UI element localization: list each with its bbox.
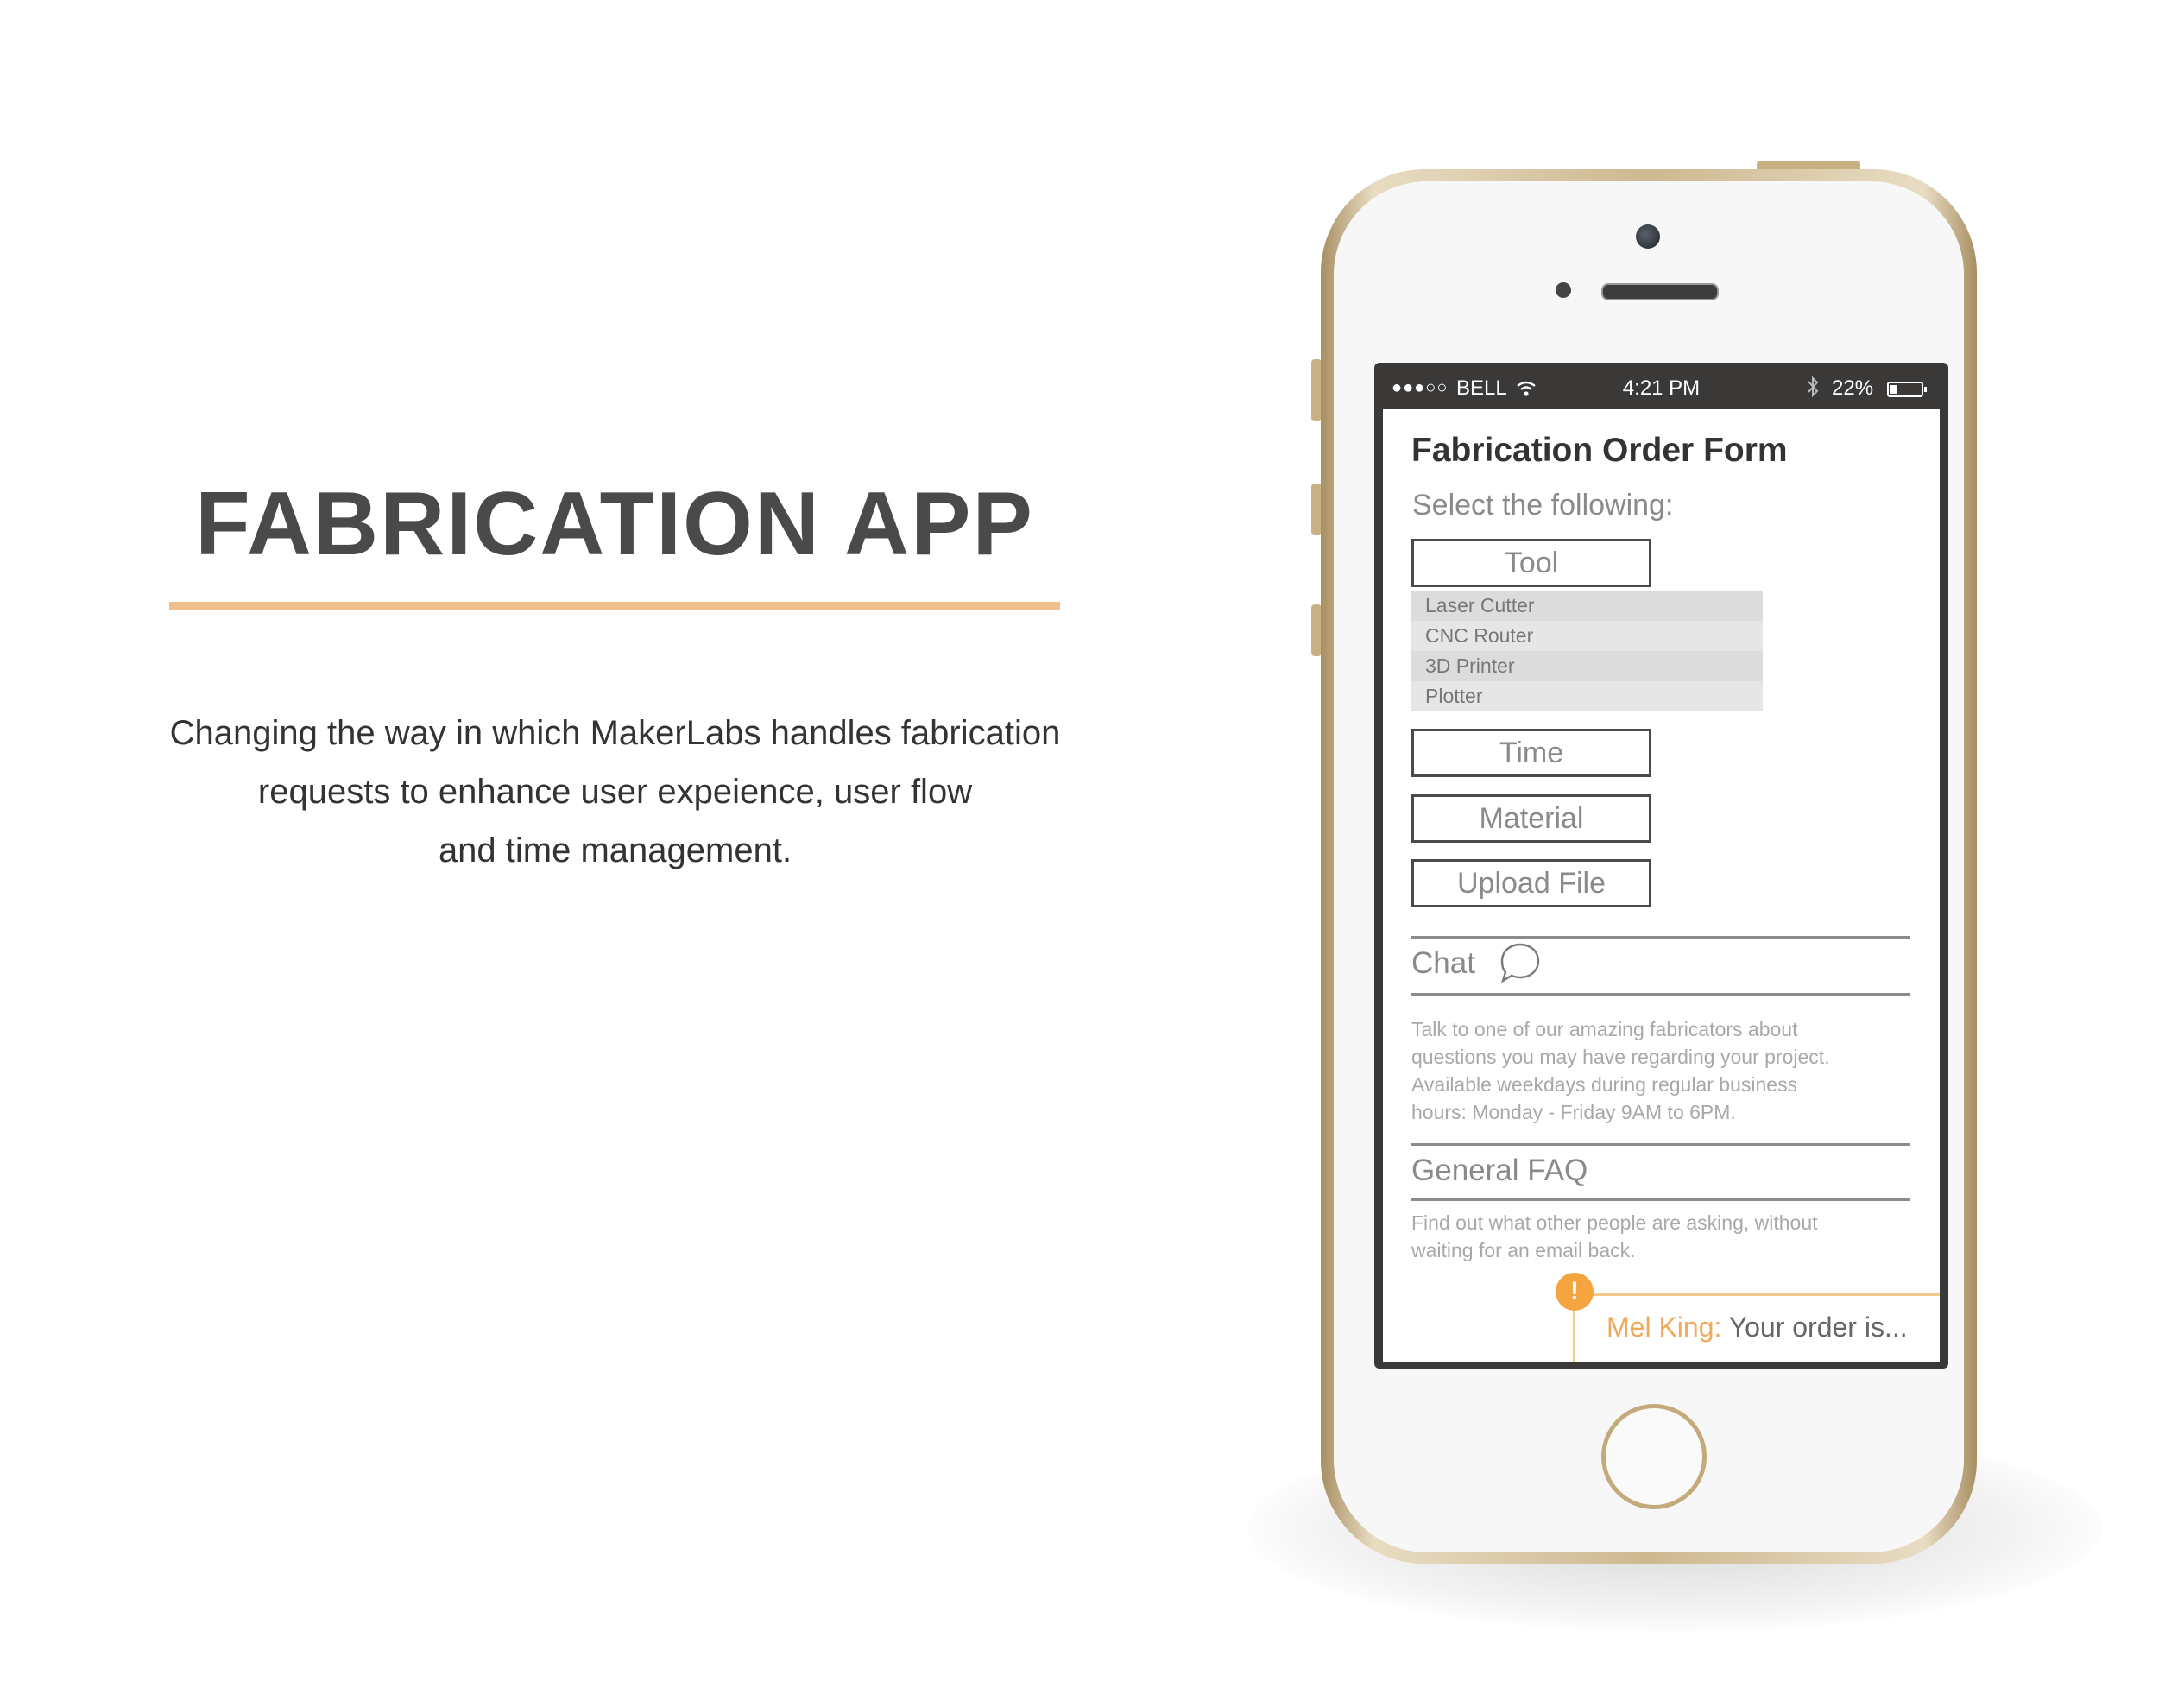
chat-description-line: Available weekdays during regular busine… <box>1411 1073 1798 1096</box>
page-title: FABRICATION APP <box>195 474 1034 574</box>
notification-message: Your order is... <box>1721 1312 1908 1343</box>
alert-icon: ! <box>1556 1273 1594 1311</box>
notification-banner[interactable]: Mel King: Your order is... <box>1573 1293 1940 1362</box>
chat-bubble-icon[interactable] <box>1498 941 1543 984</box>
divider <box>1411 936 1910 939</box>
chat-description-line: questions you may have regarding your pr… <box>1411 1046 1830 1068</box>
time-select[interactable]: Time <box>1411 729 1651 777</box>
chat-title[interactable]: Chat <box>1411 946 1475 981</box>
tool-select[interactable]: Tool <box>1411 539 1651 587</box>
upload-file-button[interactable]: Upload File <box>1411 859 1651 907</box>
status-bar: ●●●○○ BELL 4:21 PM 22% <box>1374 370 1948 408</box>
faq-title[interactable]: General FAQ <box>1411 1154 1588 1188</box>
front-camera <box>1636 224 1660 249</box>
home-button[interactable] <box>1601 1404 1707 1509</box>
divider <box>1411 993 1910 996</box>
battery-icon <box>1887 382 1927 397</box>
tool-option-laser-cutter[interactable]: Laser Cutter <box>1411 591 1763 621</box>
faq-description: Find out what other people are asking, w… <box>1411 1209 1895 1264</box>
description-line: and time management. <box>438 831 792 869</box>
tool-option-plotter[interactable]: Plotter <box>1411 681 1763 711</box>
bluetooth-icon <box>1808 376 1819 398</box>
description-line: Changing the way in which MakerLabs hand… <box>169 714 1061 752</box>
chat-description-line: Talk to one of our amazing fabricators a… <box>1411 1018 1798 1040</box>
tool-option-3d-printer[interactable]: 3D Printer <box>1411 651 1763 681</box>
divider <box>1411 1143 1910 1146</box>
material-select[interactable]: Material <box>1411 794 1651 843</box>
notification-sender: Mel King: <box>1606 1312 1722 1343</box>
app-screen: Fabrication Order Form Select the follow… <box>1383 409 1940 1362</box>
tool-dropdown: Laser Cutter CNC Router 3D Printer Plott… <box>1411 591 1763 711</box>
description-line: requests to enhance user expeience, user… <box>257 773 973 811</box>
proximity-sensor <box>1556 282 1571 298</box>
form-title: Fabrication Order Form <box>1411 432 1788 469</box>
title-underline <box>169 602 1060 610</box>
notification-text: Mel King: Your order is... <box>1606 1312 1908 1343</box>
tool-option-cnc-router[interactable]: CNC Router <box>1411 621 1763 651</box>
faq-description-line: waiting for an email back. <box>1411 1239 1636 1261</box>
select-instruction: Select the following: <box>1412 489 1674 522</box>
chat-description: Talk to one of our amazing fabricators a… <box>1411 1015 1895 1126</box>
page-description: Changing the way in which MakerLabs hand… <box>121 704 1109 880</box>
chat-description-line: hours: Monday - Friday 9AM to 6PM. <box>1411 1101 1736 1123</box>
battery-percentage: 22% <box>1832 376 1874 400</box>
faq-description-line: Find out what other people are asking, w… <box>1411 1211 1818 1234</box>
divider <box>1411 1198 1910 1201</box>
earpiece-speaker <box>1601 283 1719 300</box>
